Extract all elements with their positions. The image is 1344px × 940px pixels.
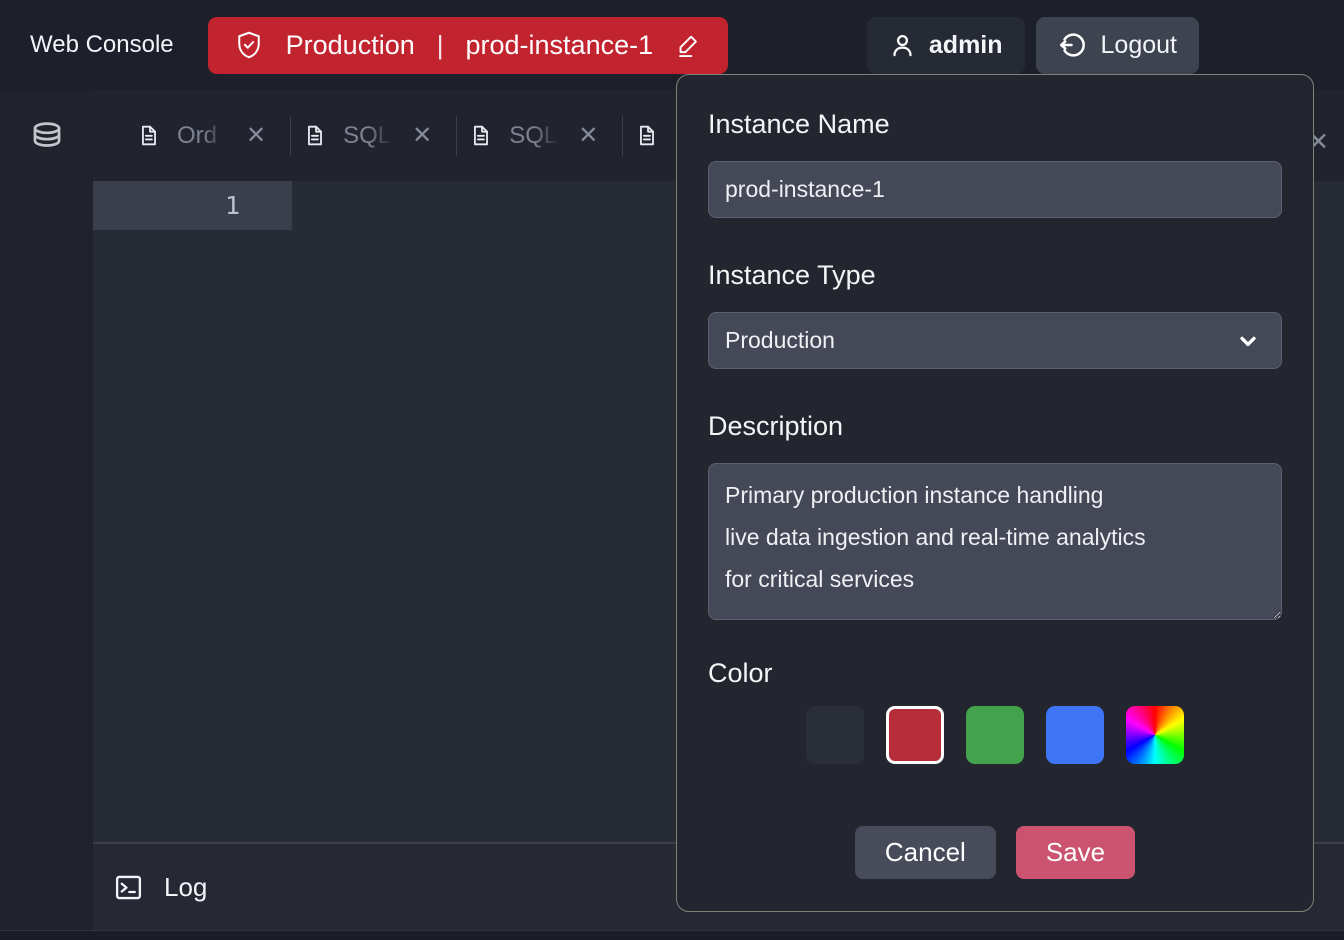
- badge-instance-name: prod-instance-1: [466, 30, 654, 61]
- cancel-button[interactable]: Cancel: [855, 826, 996, 879]
- tab-separator: [622, 116, 623, 156]
- tab-close-icon[interactable]: ✕: [412, 124, 432, 148]
- user-icon: [889, 31, 916, 60]
- tab-1[interactable]: Ord ✕: [137, 122, 278, 150]
- badge-type-label: Production: [286, 30, 415, 61]
- color-swatch-row: [708, 706, 1282, 764]
- file-icon: [469, 122, 492, 149]
- tab-close-icon[interactable]: ✕: [246, 124, 266, 148]
- color-swatch-red[interactable]: [886, 706, 944, 764]
- tab-label: SQL: [509, 122, 561, 150]
- tab-2[interactable]: SQL ✕: [303, 122, 444, 150]
- instance-type-value: Production: [725, 327, 835, 354]
- tab-3[interactable]: SQL ✕: [469, 122, 610, 150]
- logout-icon: [1058, 30, 1088, 60]
- logout-label: Logout: [1101, 31, 1177, 60]
- color-swatch-blue[interactable]: [1046, 706, 1104, 764]
- instance-type-label: Instance Type: [708, 258, 1282, 292]
- color-swatch-green[interactable]: [966, 706, 1024, 764]
- database-icon[interactable]: [28, 117, 66, 930]
- chevron-down-icon: [1235, 328, 1261, 354]
- user-name: admin: [929, 31, 1003, 60]
- description-textarea[interactable]: Primary production instance handling liv…: [708, 463, 1282, 620]
- instance-type-select[interactable]: Production: [708, 312, 1282, 369]
- tab-separator: [456, 116, 457, 156]
- instance-badge[interactable]: Production | prod-instance-1: [208, 17, 728, 74]
- save-button[interactable]: Save: [1016, 826, 1135, 879]
- shield-check-icon: [234, 29, 264, 61]
- file-icon: [635, 122, 658, 149]
- tab-separator: [290, 116, 291, 156]
- active-line-number: 1: [93, 181, 292, 230]
- color-swatch-rainbow[interactable]: [1126, 706, 1184, 764]
- tab-close-icon[interactable]: ✕: [578, 124, 598, 148]
- file-icon: [303, 122, 326, 149]
- instance-settings-popover: Instance Name Instance Type Production D…: [676, 74, 1314, 912]
- logout-button[interactable]: Logout: [1036, 17, 1199, 74]
- app-title: Web Console: [30, 31, 174, 59]
- badge-separator: |: [437, 30, 444, 61]
- instance-name-input[interactable]: [708, 161, 1282, 218]
- terminal-icon: [113, 872, 144, 903]
- tab-label: Ord: [177, 122, 229, 150]
- bottom-strip: [0, 930, 1344, 940]
- user-chip[interactable]: admin: [867, 17, 1025, 74]
- sidebar: [0, 90, 93, 930]
- color-swatch-default[interactable]: [806, 706, 864, 764]
- tab-label: SQL: [343, 122, 395, 150]
- popover-actions: Cancel Save: [708, 826, 1282, 879]
- instance-name-label: Instance Name: [708, 107, 1282, 141]
- log-label: Log: [164, 872, 207, 903]
- edit-pencil-icon[interactable]: [675, 32, 702, 59]
- description-label: Description: [708, 409, 1282, 443]
- file-icon: [137, 122, 160, 149]
- color-label: Color: [708, 656, 1282, 690]
